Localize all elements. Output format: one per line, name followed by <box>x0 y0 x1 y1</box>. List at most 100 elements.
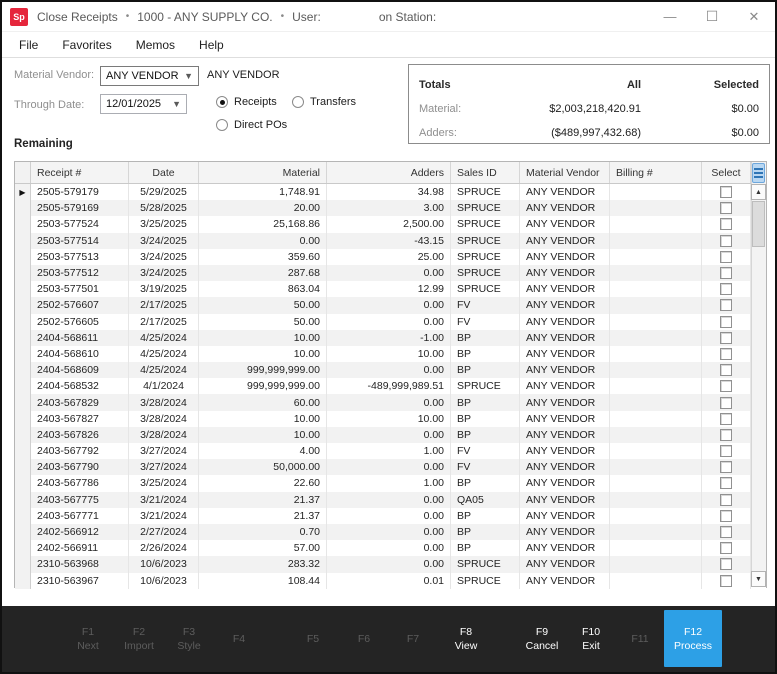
grid-row[interactable]: 2403-567827 3/28/2024 10.00 10.00 BP ANY VEND… <box>15 410 766 427</box>
scrollbar-thumb[interactable] <box>752 201 765 247</box>
select-checkbox[interactable] <box>720 347 732 360</box>
menu-memos[interactable]: Memos <box>124 38 187 52</box>
grid-row[interactable]: 2403-567771 3/21/2024 21.37 0.00 BP ANY VENDO… <box>15 507 766 524</box>
select-checkbox[interactable] <box>720 234 732 247</box>
grid-row[interactable]: 2404-568532 4/1/2024 999,999,999.00 -489,99… <box>15 378 766 395</box>
select-checkbox[interactable] <box>720 526 732 539</box>
grid-row[interactable]: 2503-577513 3/24/2025 359.60 25.00 SPRUCE ANY… <box>15 248 766 265</box>
grid-row[interactable]: 2403-567786 3/25/2024 22.60 1.00 BP ANY VENDO… <box>15 475 766 492</box>
row-marker-cell[interactable] <box>15 200 31 217</box>
scroll-up-icon[interactable]: ▲ <box>751 184 766 200</box>
grid-row[interactable]: 2403-567792 3/27/2024 4.00 1.00 FV ANY VENDOR <box>15 443 766 460</box>
row-marker-cell[interactable] <box>15 507 31 524</box>
vertical-scrollbar[interactable]: ▲ ▼ <box>751 162 766 587</box>
grid-row[interactable]: 2502-576607 2/17/2025 50.00 0.00 FV ANY VENDO… <box>15 297 766 314</box>
grid-row[interactable]: 2503-577512 3/24/2025 287.68 0.00 SPRUCE ANY … <box>15 264 766 282</box>
select-checkbox[interactable] <box>720 380 732 393</box>
row-marker-cell[interactable] <box>15 216 31 233</box>
grid-row[interactable]: 2503-577501 3/19/2025 863.04 12.99 SPRUCE ANY… <box>15 281 766 298</box>
minimize-icon[interactable]: — <box>649 3 691 31</box>
col-header-sales-id[interactable]: Sales ID <box>451 162 520 183</box>
scroll-down-icon[interactable]: ▼ <box>751 571 766 587</box>
grid-row[interactable]: 2403-567775 3/21/2024 21.37 0.00 QA05 ANY VEN… <box>15 491 766 508</box>
fkey-f8[interactable]: F8 View <box>437 606 495 672</box>
fkey-f12[interactable]: F12 Process <box>664 610 722 667</box>
select-checkbox[interactable] <box>720 218 732 231</box>
row-marker-cell[interactable] <box>15 362 31 379</box>
row-marker-cell[interactable] <box>15 232 31 249</box>
menu-favorites[interactable]: Favorites <box>50 38 123 52</box>
grid-row[interactable]: 2403-567829 3/28/2024 60.00 0.00 BP ANY VENDO… <box>15 394 766 411</box>
select-checkbox[interactable] <box>720 461 732 474</box>
row-marker-cell[interactable] <box>15 556 31 573</box>
radio-unselected-icon[interactable] <box>216 119 228 131</box>
row-marker-cell[interactable] <box>15 540 31 557</box>
row-marker-cell[interactable] <box>15 475 31 492</box>
select-checkbox[interactable] <box>720 558 732 571</box>
select-checkbox[interactable] <box>720 186 732 199</box>
select-checkbox[interactable] <box>720 267 732 280</box>
select-checkbox[interactable] <box>720 364 732 377</box>
select-checkbox[interactable] <box>720 542 732 555</box>
row-marker-cell[interactable] <box>15 572 31 589</box>
grid-row[interactable]: 2403-567826 3/28/2024 10.00 0.00 BP ANY VENDO… <box>15 426 766 443</box>
row-marker-cell[interactable]: ▶ <box>15 184 31 201</box>
grid-row[interactable]: 2505-579169 5/28/2025 20.00 3.00 SPRUCE ANY V… <box>15 200 766 217</box>
menu-help[interactable]: Help <box>187 38 236 52</box>
grid-row[interactable]: 2404-568609 4/25/2024 999,999,999.00 0.00 BP… <box>15 362 766 379</box>
select-checkbox[interactable] <box>720 315 732 328</box>
select-checkbox[interactable] <box>720 412 732 425</box>
select-checkbox[interactable] <box>720 477 732 490</box>
radio-unselected-icon[interactable] <box>292 96 304 108</box>
row-marker-cell[interactable] <box>15 443 31 460</box>
row-marker-cell[interactable] <box>15 345 31 363</box>
select-checkbox[interactable] <box>720 445 732 458</box>
grid-row[interactable]: 2503-577524 3/25/2025 25,168.86 2,500.00 SPR… <box>15 216 766 233</box>
grid-row[interactable]: 2402-566911 2/26/2024 57.00 0.00 BP ANY VENDO… <box>15 540 766 557</box>
material-vendor-combobox[interactable]: ANY VENDOR ▼ <box>100 66 199 86</box>
row-marker-cell[interactable] <box>15 264 31 282</box>
row-marker-cell[interactable] <box>15 523 31 541</box>
select-checkbox[interactable] <box>720 574 732 587</box>
radio-receipts[interactable]: Receipts <box>216 96 277 108</box>
grid-row[interactable]: 2502-576605 2/17/2025 50.00 0.00 FV ANY VENDO… <box>15 313 766 330</box>
select-checkbox[interactable] <box>720 250 732 263</box>
radio-transfers[interactable]: Transfers <box>292 96 356 108</box>
grid-row[interactable]: 2310-563968 10/6/2023 283.32 0.00 SPRUCE ANY … <box>15 556 766 573</box>
radio-direct-pos[interactable]: Direct POs <box>216 119 287 131</box>
row-marker-cell[interactable] <box>15 426 31 443</box>
grid-row[interactable]: 2402-566912 2/27/2024 0.70 0.00 BP ANY VENDOR <box>15 523 766 541</box>
row-marker-cell[interactable] <box>15 329 31 346</box>
col-header-material-vendor[interactable]: Material Vendor <box>520 162 610 183</box>
grid-row[interactable]: 2403-567790 3/27/2024 50,000.00 0.00 FV ANY V… <box>15 459 766 476</box>
select-checkbox[interactable] <box>720 299 732 312</box>
col-header-adders[interactable]: Adders <box>327 162 451 183</box>
grid-row[interactable]: 2310-563967 10/6/2023 108.44 0.01 SPRUCE ANY … <box>15 572 766 589</box>
col-header-select[interactable]: Select <box>702 162 751 183</box>
grid-row[interactable]: 2503-577514 3/24/2025 0.00 -43.15 SPRUCE ANY … <box>15 232 766 249</box>
row-marker-cell[interactable] <box>15 248 31 265</box>
select-checkbox[interactable] <box>720 509 732 522</box>
through-date-combobox[interactable]: 12/01/2025 ▼ <box>100 94 187 114</box>
maximize-icon[interactable]: ☐ <box>691 3 733 31</box>
select-checkbox[interactable] <box>720 202 732 215</box>
chevron-down-icon[interactable]: ▼ <box>172 99 186 109</box>
select-checkbox[interactable] <box>720 331 732 344</box>
menu-file[interactable]: File <box>2 38 50 52</box>
select-checkbox[interactable] <box>720 493 732 506</box>
row-marker-cell[interactable] <box>15 410 31 427</box>
radio-selected-icon[interactable] <box>216 96 228 108</box>
row-marker-cell[interactable] <box>15 491 31 508</box>
row-marker-cell[interactable] <box>15 394 31 411</box>
col-header-date[interactable]: Date <box>129 162 199 183</box>
row-marker-cell[interactable] <box>15 378 31 395</box>
col-header-material[interactable]: Material <box>199 162 327 183</box>
row-marker-cell[interactable] <box>15 459 31 476</box>
col-header-receipt[interactable]: Receipt # <box>31 162 129 183</box>
select-checkbox[interactable] <box>720 428 732 441</box>
select-checkbox[interactable] <box>720 396 732 409</box>
select-checkbox[interactable] <box>720 283 732 296</box>
grid-row[interactable]: 2404-568610 4/25/2024 10.00 10.00 BP ANY VEND… <box>15 345 766 363</box>
row-marker-cell[interactable] <box>15 281 31 298</box>
row-marker-cell[interactable] <box>15 297 31 314</box>
